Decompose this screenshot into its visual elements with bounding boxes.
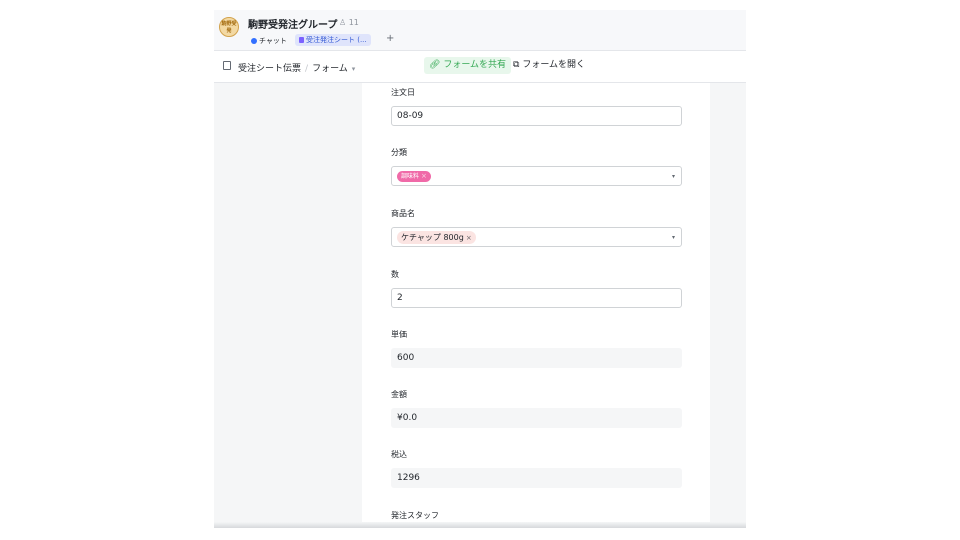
sheet-icon — [299, 37, 304, 43]
tax-included-value: 1296 — [391, 468, 682, 488]
share-form-label: フォームを共有 — [443, 60, 507, 70]
form-toolbar: 受注シート伝票 / フォーム ▾ 🔗︎ フォームを共有 ⧉ フォームを開く — [214, 51, 746, 83]
window-bottom-edge — [214, 522, 746, 528]
breadcrumb-view[interactable]: フォーム — [312, 64, 348, 74]
order-date-input[interactable]: 08-09 — [391, 106, 682, 126]
add-tab-button[interactable]: + — [386, 33, 394, 44]
form-icon — [223, 61, 231, 70]
product-label: 商品名 — [391, 209, 415, 218]
unit-price-label: 単価 — [391, 330, 407, 339]
tax-included-label: 税込 — [391, 450, 407, 459]
open-form-label: フォームを開く — [522, 60, 586, 70]
external-link-icon: ⧉ — [513, 60, 520, 70]
product-select[interactable]: ケチャップ 800g × ▾ — [391, 227, 682, 247]
category-select[interactable]: 調味料 × ▾ — [391, 166, 682, 186]
amount-value: ¥0.0 — [391, 408, 682, 428]
chat-header: 駒野受発 駒野受発注グループ ♙ 11 チャット 受注発注シート (... + — [214, 10, 746, 51]
product-tag: ケチャップ 800g × — [397, 231, 476, 244]
member-count-value: 11 — [348, 18, 359, 27]
category-tag-label: 調味料 — [401, 173, 420, 180]
member-count[interactable]: ♙ 11 — [339, 18, 359, 27]
members-icon: ♙ — [339, 18, 347, 27]
group-avatar[interactable]: 駒野受発 — [219, 17, 239, 37]
form-scroll-area[interactable]: 注文日 08-09 分類 調味料 × ▾ 商品名 ケチャップ 800g × ▾ 数 … — [214, 83, 746, 528]
quantity-input[interactable]: 2 — [391, 288, 682, 308]
chevron-down-icon[interactable]: ▾ — [672, 228, 675, 247]
open-form-button[interactable]: ⧉ フォームを開く — [513, 57, 585, 74]
remove-tag-icon[interactable]: × — [466, 234, 472, 242]
tab-chat-label: チャット — [259, 37, 287, 45]
staff-label: 発注スタッフ — [391, 511, 439, 520]
breadcrumb: 受注シート伝票 / フォーム ▾ — [238, 61, 355, 74]
product-tag-label: ケチャップ 800g — [401, 233, 464, 242]
remove-tag-icon[interactable]: × — [421, 172, 427, 180]
chat-icon — [251, 38, 257, 44]
category-label: 分類 — [391, 148, 407, 157]
link-icon: 🔗︎ — [429, 60, 441, 70]
chevron-down-icon[interactable]: ▾ — [672, 167, 675, 186]
tab-order-sheet[interactable]: 受注発注シート (... — [295, 34, 371, 46]
amount-label: 金額 — [391, 390, 407, 399]
tab-chat[interactable]: チャット — [251, 36, 287, 46]
app-window: 駒野受発 駒野受発注グループ ♙ 11 チャット 受注発注シート (... + … — [214, 10, 746, 528]
chevron-down-icon[interactable]: ▾ — [352, 65, 356, 73]
breadcrumb-sheet[interactable]: 受注シート伝票 — [238, 64, 301, 74]
form-card: 注文日 08-09 分類 調味料 × ▾ 商品名 ケチャップ 800g × ▾ 数 … — [362, 83, 710, 528]
share-form-button[interactable]: 🔗︎ フォームを共有 — [424, 57, 512, 74]
unit-price-value: 600 — [391, 348, 682, 368]
breadcrumb-separator: / — [305, 64, 309, 74]
category-tag: 調味料 × — [397, 171, 431, 182]
order-date-label: 注文日 — [391, 88, 415, 97]
tab-sheet-label: 受注発注シート (... — [306, 36, 367, 44]
group-title[interactable]: 駒野受発注グループ — [248, 16, 337, 31]
quantity-label: 数 — [391, 270, 399, 279]
